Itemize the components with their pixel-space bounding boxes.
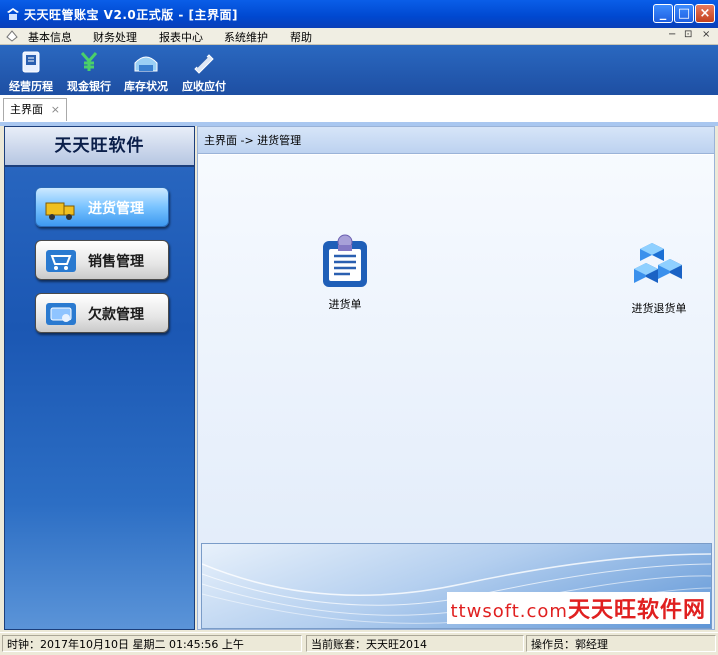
maximize-button[interactable]: □: [674, 4, 694, 23]
toolbar-history-label: 经营历程: [9, 80, 53, 93]
maximize-icon: □: [677, 6, 691, 21]
app-icon: [7, 8, 19, 20]
truck-icon: [45, 202, 75, 220]
watermark-domain: ttwsoft.com: [450, 601, 568, 622]
purchase-return-button[interactable]: 进货退货单: [614, 239, 704, 316]
toolbar-stock-button[interactable]: 库存状况: [118, 47, 174, 93]
menu-basic-info[interactable]: 基本信息: [28, 29, 72, 45]
sidebar-title: 天天旺软件: [5, 127, 194, 167]
status-operator: 操作员：郭经理: [526, 635, 716, 652]
toolbar-cash-button[interactable]: 现金银行: [61, 47, 117, 93]
sidebar-item-label: 进货管理: [88, 201, 144, 217]
purchase-return-label: 进货退货单: [631, 302, 687, 315]
tab-main[interactable]: 主界面 ×: [3, 98, 67, 121]
window-title: 天天旺管账宝 V2.0正式版 - [主界面]: [24, 8, 239, 22]
sidebar-item-purchase[interactable]: 进货管理: [35, 187, 169, 227]
toolbar-stock-label: 库存状况: [124, 80, 168, 93]
toolbar-history-button[interactable]: 经营历程: [3, 47, 59, 93]
title-bar[interactable]: 天天旺管账宝 V2.0正式版 - [主界面] _ □ ×: [0, 0, 718, 28]
boxes-icon: [634, 243, 682, 283]
book-icon: [22, 51, 40, 73]
menu-help[interactable]: 帮助: [290, 29, 312, 45]
sidebar-item-label: 销售管理: [88, 254, 144, 270]
tab-strip: 主界面 ×: [0, 95, 718, 126]
sidebar: 天天旺软件 进货管理 销售管理 欠款管理: [4, 126, 195, 630]
tab-close-icon[interactable]: ×: [51, 99, 60, 121]
purchase-order-button[interactable]: 进货单: [316, 233, 374, 312]
money-icon: [80, 52, 98, 71]
toolbar: 经营历程 现金银行 库存状况 应收应付: [0, 45, 718, 95]
cart-icon: [46, 250, 76, 272]
status-bar: 时钟：2017年10月10日 星期二 01:45:56 上午 当前账套：天天旺2…: [0, 632, 718, 655]
site-watermark: ttwsoft.com天天旺软件网: [446, 592, 710, 624]
mdi-minimize-button[interactable]: −: [668, 29, 676, 40]
sidebar-item-debt[interactable]: 欠款管理: [35, 293, 169, 333]
close-button[interactable]: ×: [695, 4, 715, 23]
menu-reports[interactable]: 报表中心: [159, 29, 203, 45]
mdi-restore-button[interactable]: ⊡: [684, 29, 692, 40]
mdi-close-button[interactable]: ×: [702, 29, 710, 40]
toolbar-receivable-button[interactable]: 应收应付: [176, 47, 232, 93]
menu-app-icon: [6, 30, 18, 42]
invoice-icon: [194, 54, 214, 74]
status-clock: 时钟：2017年10月10日 星期二 01:45:56 上午: [2, 635, 302, 652]
status-account: 当前账套：天天旺2014: [306, 635, 524, 652]
toolbar-cash-label: 现金银行: [67, 80, 111, 93]
tab-main-label: 主界面: [10, 103, 43, 116]
watermark-text: 天天旺软件网: [567, 597, 706, 623]
breadcrumb: 主界面 -> 进货管理: [198, 127, 714, 154]
sidebar-item-label: 欠款管理: [88, 307, 144, 323]
breadcrumb-divider: [198, 154, 714, 155]
minimize-button[interactable]: _: [653, 4, 673, 23]
main-panel: 主界面 -> 进货管理 进货单 进货退货单: [197, 126, 715, 630]
menu-bar: 基本信息 财务处理 报表中心 系统维护 帮助 − ⊡ ×: [0, 28, 718, 45]
warehouse-icon: [134, 56, 158, 72]
toolbar-receivable-label: 应收应付: [182, 80, 226, 93]
menu-system[interactable]: 系统维护: [224, 29, 268, 45]
clipboard-icon: [323, 234, 367, 287]
sidebar-item-sales[interactable]: 销售管理: [35, 240, 169, 280]
minimize-icon: _: [659, 6, 667, 21]
menu-finance[interactable]: 财务处理: [93, 29, 137, 45]
debt-icon: [46, 303, 76, 325]
close-icon: ×: [699, 6, 711, 21]
purchase-order-label: 进货单: [328, 298, 362, 311]
